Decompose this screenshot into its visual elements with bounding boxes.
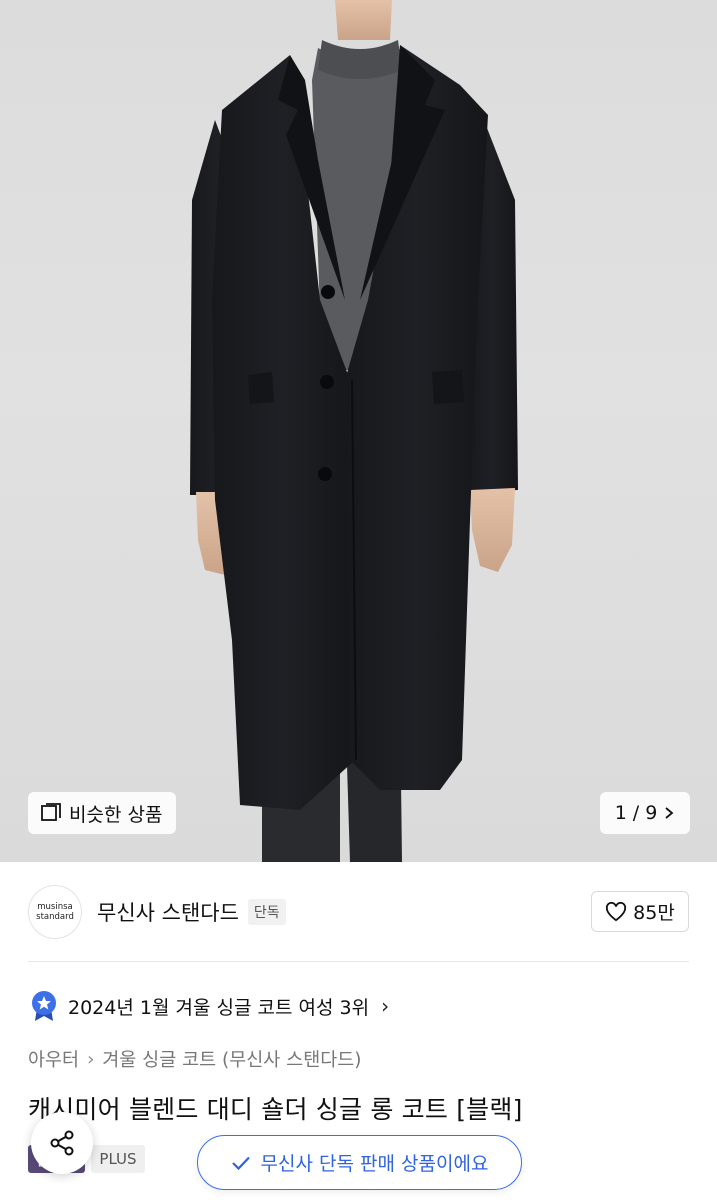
pager-separator: / — [632, 802, 640, 824]
similar-items-label: 비슷한 상품 — [69, 803, 163, 826]
brand-row: musinsa standard 무신사 스탠다드 단독 85만 — [28, 884, 689, 940]
exclusive-badge: 단독 — [247, 899, 286, 925]
exclusive-product-notice: 무신사 단독 판매 상품이에요 — [197, 1135, 522, 1190]
pager-current: 1 — [614, 802, 627, 824]
chevron-right-icon: › — [381, 994, 390, 1018]
breadcrumb-item-category[interactable]: 겨울 싱글 코트 (무신사 스탠다드) — [102, 1046, 361, 1072]
chevron-right-icon — [665, 807, 674, 819]
similar-items-button[interactable]: 비슷한 상품 — [28, 792, 177, 834]
brand-name[interactable]: 무신사 스탠다드 — [97, 897, 239, 927]
ranking-text: 2024년 1월 겨울 싱글 코트 여성 3위 — [68, 996, 370, 1019]
exclusive-notice-text: 무신사 단독 판매 상품이에요 — [260, 1153, 489, 1175]
pager-total: 9 — [645, 802, 658, 824]
share-icon — [50, 1130, 74, 1156]
share-button[interactable] — [31, 1112, 93, 1174]
image-pager[interactable]: 1 / 9 — [600, 792, 690, 834]
breadcrumb-separator: › — [87, 1048, 95, 1070]
like-button[interactable]: 85만 — [591, 891, 689, 932]
check-icon — [231, 1156, 250, 1170]
brand-logo[interactable]: musinsa standard — [28, 885, 82, 939]
product-photo — [190, 0, 518, 862]
similar-items-icon — [41, 803, 61, 821]
plus-tag: PLUS — [91, 1145, 145, 1173]
breadcrumb-item-outer[interactable]: 아우터 — [28, 1046, 79, 1072]
breadcrumb: 아우터 › 겨울 싱글 코트 (무신사 스탠다드) — [28, 1044, 361, 1074]
ranking-link[interactable]: 2024년 1월 겨울 싱글 코트 여성 3위 › — [30, 988, 389, 1024]
product-image-gallery[interactable]: 비슷한 상품 1 / 9 — [0, 0, 717, 862]
ranking-badge-icon — [32, 991, 56, 1021]
product-title: 캐시미어 블렌드 대디 숄더 싱글 롱 코트 [블랙] — [28, 1095, 523, 1124]
like-count: 85만 — [633, 902, 675, 924]
divider — [28, 961, 689, 962]
heart-icon — [606, 901, 627, 921]
